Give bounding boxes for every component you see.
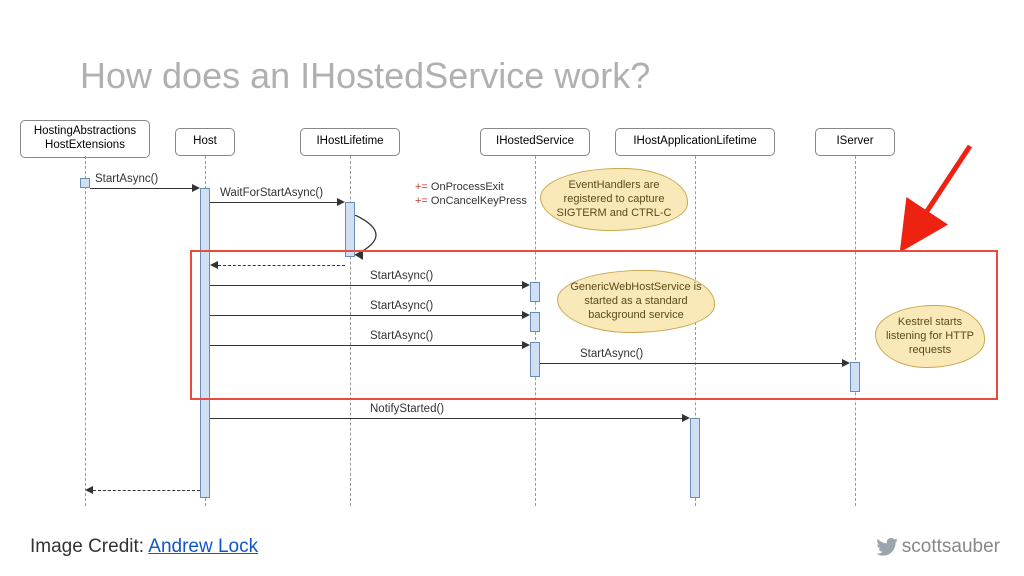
- arrow-head-icon: [337, 198, 345, 206]
- social-handle: scottsauber: [876, 536, 1000, 558]
- activation-bar: [345, 202, 355, 257]
- activation-bar: [690, 418, 700, 498]
- note-cloud: EventHandlers are registered to capture …: [540, 168, 688, 231]
- message-label: NotifyStarted(): [370, 403, 444, 415]
- twitter-icon: [876, 538, 898, 556]
- handle-text: scottsauber: [902, 536, 1000, 558]
- event-handlers-text: += OnProcessExit += OnCancelKeyPress: [415, 180, 527, 209]
- activation-bar: [80, 178, 90, 188]
- sequence-diagram: HostingAbstractions HostExtensions Host …: [20, 120, 1004, 510]
- participant-host: Host: [175, 128, 235, 156]
- participant-ihostlifetime: IHostLifetime: [300, 128, 400, 156]
- participant-label: IHostLifetime: [316, 135, 383, 147]
- participant-label: HostingAbstractions HostExtensions: [34, 125, 136, 151]
- arrow: [210, 202, 343, 203]
- plus-equals: +=: [415, 181, 428, 193]
- participant-iserver: IServer: [815, 128, 895, 156]
- image-credit: Image Credit: Andrew Lock: [30, 536, 258, 558]
- participant-ihostedservice: IHostedService: [480, 128, 590, 156]
- note-text: EventHandlers are registered to capture …: [557, 179, 672, 219]
- participant-label: Host: [193, 135, 217, 147]
- participant-hosting-abstractions: HostingAbstractions HostExtensions: [20, 120, 150, 158]
- arrow-head-icon: [85, 486, 93, 494]
- credit-link[interactable]: Andrew Lock: [148, 536, 258, 557]
- message-label: StartAsync(): [95, 173, 158, 185]
- arrow-head-icon: [192, 184, 200, 192]
- arrow: [90, 188, 198, 189]
- participant-label: IHostApplicationLifetime: [633, 135, 756, 147]
- highlight-box: [190, 250, 998, 400]
- participant-label: IHostedService: [496, 135, 574, 147]
- participant-ihostapplicationlifetime: IHostApplicationLifetime: [615, 128, 775, 156]
- arrow-head-icon: [682, 414, 690, 422]
- arrow: [93, 490, 200, 491]
- message-label: WaitForStartAsync(): [220, 187, 323, 199]
- participant-label: IServer: [836, 135, 873, 147]
- arrow: [210, 418, 688, 419]
- event-name: OnCancelKeyPress: [431, 195, 527, 207]
- page-title: How does an IHostedService work?: [80, 55, 650, 97]
- credit-label: Image Credit:: [30, 536, 148, 557]
- lifeline: [85, 156, 86, 506]
- red-arrow-icon: [898, 140, 978, 250]
- plus-equals: +=: [415, 195, 428, 207]
- event-name: OnProcessExit: [431, 181, 504, 193]
